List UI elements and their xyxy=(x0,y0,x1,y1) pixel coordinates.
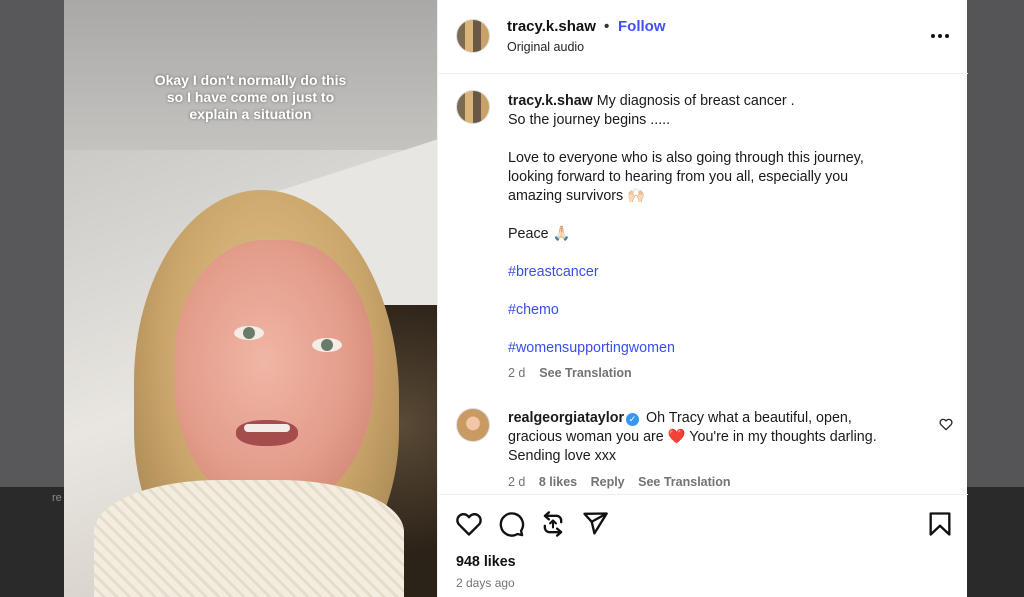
reel-video[interactable]: Okay I don't normally do this so I have … xyxy=(64,0,437,597)
post-header: tracy.k.shaw • Follow Original audio xyxy=(438,0,968,74)
comment-line: Sending love xxx xyxy=(508,448,617,464)
video-person-shirt xyxy=(94,480,404,597)
caption-line: Peace 🙏🏻 xyxy=(508,226,571,242)
see-translation-button[interactable]: See Translation xyxy=(539,366,631,380)
comment-line: You're in my thoughts darling. xyxy=(689,429,877,445)
backdrop-faded-text: re xyxy=(52,492,62,504)
hashtag-link[interactable]: #chemo xyxy=(508,301,948,320)
share-icon[interactable] xyxy=(581,510,609,538)
caption-line: amazing survivors 🙌🏻 xyxy=(508,188,645,204)
comment-line: gracious woman you are xyxy=(508,429,664,445)
caption-meta: 2 d See Translation xyxy=(508,366,632,380)
video-person-mouth xyxy=(236,420,298,446)
comment-like-icon[interactable] xyxy=(938,416,954,432)
caption-line: looking forward to hearing from you all,… xyxy=(508,169,849,185)
more-options-button[interactable] xyxy=(928,24,952,48)
caption-username[interactable]: tracy.k.shaw xyxy=(508,93,593,109)
post-actions-bar: 948 likes 2 days ago xyxy=(438,494,968,597)
verified-badge-icon: ✓ xyxy=(626,413,640,426)
avatar[interactable] xyxy=(456,90,490,124)
hashtag-link[interactable]: #breastcancer xyxy=(508,263,948,282)
caption-line: So the journey begins ..... xyxy=(508,112,671,128)
header-username[interactable]: tracy.k.shaw xyxy=(507,18,596,35)
caption-time: 2 d xyxy=(508,366,526,380)
reply-button[interactable]: Reply xyxy=(591,475,625,489)
follow-button[interactable]: Follow xyxy=(618,18,666,35)
repost-icon[interactable] xyxy=(539,510,567,538)
comment-see-translation-button[interactable]: See Translation xyxy=(638,475,730,489)
post-modal: Okay I don't normally do this so I have … xyxy=(64,0,968,597)
caption-text: tracy.k.shaw My diagnosis of breast canc… xyxy=(508,92,948,358)
comment-meta: 2 d 8 likes Reply See Translation xyxy=(508,475,741,489)
comment-text: realgeorgiataylor ✓ Oh Tracy what a beaut… xyxy=(508,409,918,466)
video-caption-line: explain a situation xyxy=(189,106,312,122)
video-caption: Okay I don't normally do this so I have … xyxy=(64,72,437,123)
comment-time: 2 d xyxy=(508,475,526,489)
likes-count[interactable]: 948 likes xyxy=(456,554,516,570)
comment-icon[interactable] xyxy=(497,510,525,538)
original-audio-link[interactable]: Original audio xyxy=(507,40,584,54)
video-caption-line: so I have come on just to xyxy=(166,89,335,105)
post-sidebar: tracy.k.shaw • Follow Original audio tra… xyxy=(437,0,968,597)
video-person-eye xyxy=(312,338,342,352)
avatar[interactable] xyxy=(456,19,490,53)
hashtag-link[interactable]: #womensupportingwomen xyxy=(508,339,948,358)
comment-line: Oh Tracy what a beautiful, open, xyxy=(646,410,852,426)
caption-line: My diagnosis of breast cancer . xyxy=(596,93,795,109)
heart-icon[interactable] xyxy=(455,510,483,538)
avatar[interactable] xyxy=(456,408,490,442)
more-horizontal-icon xyxy=(931,34,949,38)
heart-emoji: ❤️ xyxy=(667,429,686,445)
video-caption-line: Okay I don't normally do this xyxy=(154,72,347,88)
video-person-eye xyxy=(234,326,264,340)
comment-likes-count[interactable]: 8 likes xyxy=(539,475,577,489)
bookmark-icon[interactable] xyxy=(926,510,954,538)
post-timestamp: 2 days ago xyxy=(456,576,515,590)
video-person-face xyxy=(174,240,374,510)
caption-line: Love to everyone who is also going throu… xyxy=(508,150,864,166)
comment-username[interactable]: realgeorgiataylor xyxy=(508,410,624,426)
header-separator: • xyxy=(604,18,610,35)
